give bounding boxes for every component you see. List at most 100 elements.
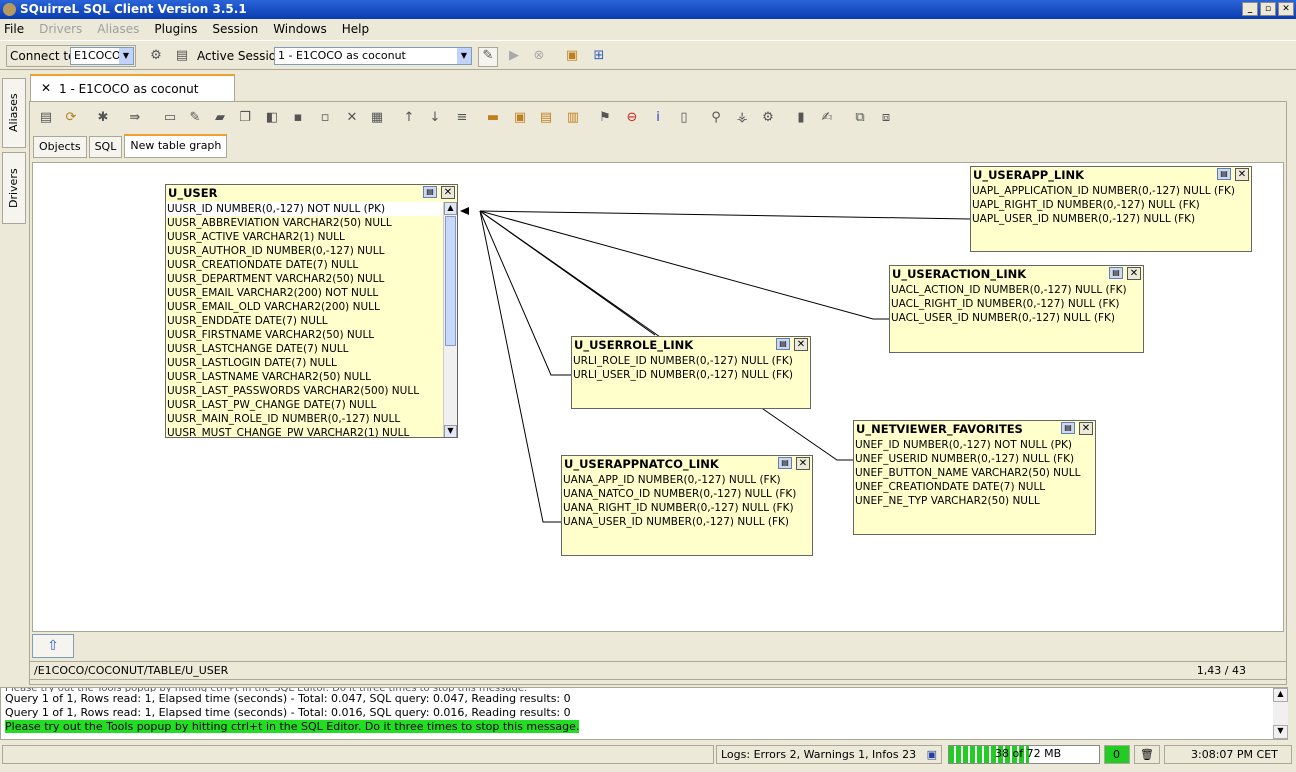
search-icon[interactable]: ⚲: [708, 110, 724, 126]
close-icon[interactable]: ✕: [794, 338, 808, 351]
table-box-u-userrole-link[interactable]: U_USERROLE_LINK ▤ ✕ URLI_ROLE_ID NUMBER(…: [571, 336, 811, 409]
new-window-icon[interactable]: ▣: [564, 48, 580, 64]
execute-icon[interactable]: ⇛: [127, 110, 143, 126]
table-menu-icon[interactable]: ▤: [1061, 422, 1075, 434]
scroll-down-arrow[interactable]: ▼: [1273, 725, 1288, 739]
table-export-icon[interactable]: ▣: [512, 110, 528, 126]
table-header: U_USERACTION_LINK ▤ ✕: [890, 266, 1143, 283]
table-menu-icon[interactable]: ▤: [1109, 267, 1123, 279]
menu-windows[interactable]: Windows: [273, 22, 327, 36]
table-column: UUSR_ACTIVE VARCHAR2(1) NULL: [167, 231, 345, 243]
close-window-button[interactable]: ✕: [1278, 2, 1294, 16]
tool-icon[interactable]: ⚙: [760, 110, 776, 126]
tab-objects[interactable]: Objects: [33, 136, 87, 158]
close-icon[interactable]: ✕: [41, 81, 51, 95]
stop-icon[interactable]: ⊖: [624, 110, 640, 126]
save-icon[interactable]: ▪: [290, 110, 306, 126]
tab-sql[interactable]: SQL: [88, 136, 123, 158]
menu-drivers[interactable]: Drivers: [39, 22, 82, 36]
table-name: U_USERROLE_LINK: [574, 338, 694, 352]
run-icon[interactable]: ▶: [506, 48, 522, 64]
monitor-icon[interactable]: ▣: [927, 746, 937, 763]
session-properties-icon[interactable]: ✎: [478, 47, 498, 67]
print-icon[interactable]: ▦: [369, 110, 385, 126]
graph-arrange-button[interactable]: ⇧: [32, 634, 74, 658]
table-column: UUSR_LASTCHANGE DATE(7) NULL: [167, 343, 349, 355]
open-folder-icon[interactable]: ▰: [212, 110, 228, 126]
scroll-down-arrow[interactable]: ▼: [444, 425, 457, 437]
active-session-combo[interactable]: 1 - E1COCO as coconut ▼: [274, 47, 472, 65]
menu-aliases[interactable]: Aliases: [97, 22, 139, 36]
layout-two-icon[interactable]: ⧈: [878, 110, 894, 126]
arrow-down-icon[interactable]: ↓: [427, 110, 443, 126]
save-as-icon[interactable]: ▫: [317, 110, 333, 126]
close-icon[interactable]: ✕: [1235, 168, 1249, 181]
table-column: UNEF_USERID NUMBER(0,-127) NULL (FK): [855, 453, 1075, 465]
log-scrollbar[interactable]: ▲ ▼: [1273, 688, 1288, 739]
bookmark-icon[interactable]: ⚑: [597, 110, 613, 126]
table-menu-icon[interactable]: ▤: [776, 338, 790, 350]
table-menu-icon[interactable]: ▤: [1217, 168, 1231, 180]
scroll-thumb[interactable]: [445, 216, 456, 346]
table-scrollbar[interactable]: ▲ ▼: [443, 202, 457, 437]
refresh-icon[interactable]: ⟳: [63, 110, 79, 126]
chevron-down-icon: ▼: [119, 48, 133, 64]
message-log[interactable]: Please try out the Tools popup by hittin…: [0, 687, 1288, 740]
stop-icon[interactable]: ⊗: [531, 48, 547, 64]
table-menu-icon[interactable]: ▤: [778, 457, 792, 469]
table-paste-icon[interactable]: ▥: [565, 110, 581, 126]
table-box-u-userappnatco-link[interactable]: U_USERAPPNATCO_LINK ▤ ✕ UANA_APP_ID NUMB…: [561, 455, 813, 556]
close-icon[interactable]: ✕: [1127, 267, 1141, 280]
tab-new-table-graph-label: New table graph: [130, 139, 222, 152]
arrow-up-icon[interactable]: ↑: [401, 110, 417, 126]
scroll-up-arrow[interactable]: ▲: [444, 202, 457, 215]
maximize-button[interactable]: ▫: [1260, 2, 1276, 16]
new-file-icon[interactable]: ▭: [162, 110, 178, 126]
sessions-icon[interactable]: ▤: [174, 48, 190, 64]
close-icon[interactable]: ✕: [1079, 422, 1093, 435]
document-icon[interactable]: ▯: [676, 110, 692, 126]
menu-help[interactable]: Help: [342, 22, 369, 36]
menu-file[interactable]: File: [4, 22, 24, 36]
connect-alias-combo[interactable]: E1COCO ▼: [70, 47, 134, 65]
table-icon[interactable]: ▬: [485, 110, 501, 126]
copy-icon[interactable]: ❐: [237, 110, 253, 126]
table-column: UUSR_LASTLOGIN DATE(7) NULL: [167, 357, 337, 369]
run-sql-icon[interactable]: ✱: [95, 110, 111, 126]
log-line: Query 1 of 1, Rows read: 1, Elapsed time…: [5, 706, 571, 719]
scroll-up-arrow[interactable]: ▲: [1273, 688, 1288, 702]
paste-icon[interactable]: ◧: [264, 110, 280, 126]
table-box-u-userapp-link[interactable]: U_USERAPP_LINK ▤ ✕ UAPL_APPLICATION_ID N…: [970, 166, 1252, 252]
logs-summary[interactable]: Logs: Errors 2, Warnings 1, Infos 23 ▣: [716, 745, 942, 764]
table-copy-icon[interactable]: ▤: [538, 110, 554, 126]
table-graph-canvas[interactable]: U_USER ▤ ✕ UUSR_ID NUMBER(0,-127) NOT NU…: [32, 162, 1284, 632]
minimize-button[interactable]: _: [1242, 2, 1258, 16]
books-icon[interactable]: ▮: [793, 110, 809, 126]
table-column: UUSR_CREATIONDATE DATE(7) NULL: [167, 259, 359, 271]
edit-book-icon[interactable]: ✍: [819, 110, 835, 126]
tab-new-table-graph[interactable]: New table graph: [124, 134, 228, 158]
edit-file-icon[interactable]: ✎: [187, 110, 203, 126]
info-icon[interactable]: i: [650, 110, 666, 126]
menu-plugins[interactable]: Plugins: [154, 22, 197, 36]
memory-bar[interactable]: 38 of 72 MB: [948, 745, 1100, 764]
session-tab[interactable]: ✕ 1 - E1COCO as coconut: [30, 74, 235, 102]
layout-icon[interactable]: ⧉: [852, 110, 868, 126]
close-icon[interactable]: ✕: [441, 186, 455, 199]
status-message: [2, 745, 714, 764]
table-box-u-useraction-link[interactable]: U_USERACTION_LINK ▤ ✕ UACL_ACTION_ID NUM…: [889, 265, 1144, 353]
menu-session[interactable]: Session: [212, 22, 258, 36]
sql-script-icon[interactable]: ▤: [38, 110, 54, 126]
sidebar-tab-aliases[interactable]: Aliases: [2, 78, 26, 148]
table-box-u-netviewer-favorites[interactable]: U_NETVIEWER_FAVORITES ▤ ✕ UNEF_ID NUMBER…: [853, 420, 1096, 535]
trash-icon[interactable]: 🗑: [1134, 745, 1160, 764]
table-menu-icon[interactable]: ▤: [423, 186, 437, 198]
sidebar-tab-drivers[interactable]: Drivers: [2, 152, 26, 224]
new-session-icon[interactable]: ⚙: [148, 48, 164, 64]
delete-icon[interactable]: ✕: [344, 110, 360, 126]
table-box-u-user[interactable]: U_USER ▤ ✕ UUSR_ID NUMBER(0,-127) NOT NU…: [165, 184, 458, 438]
tile-icon[interactable]: ⊞: [591, 48, 607, 64]
zoom-icon[interactable]: ⚶: [734, 110, 750, 126]
list-icon[interactable]: ≡: [454, 110, 470, 126]
close-icon[interactable]: ✕: [796, 457, 810, 470]
